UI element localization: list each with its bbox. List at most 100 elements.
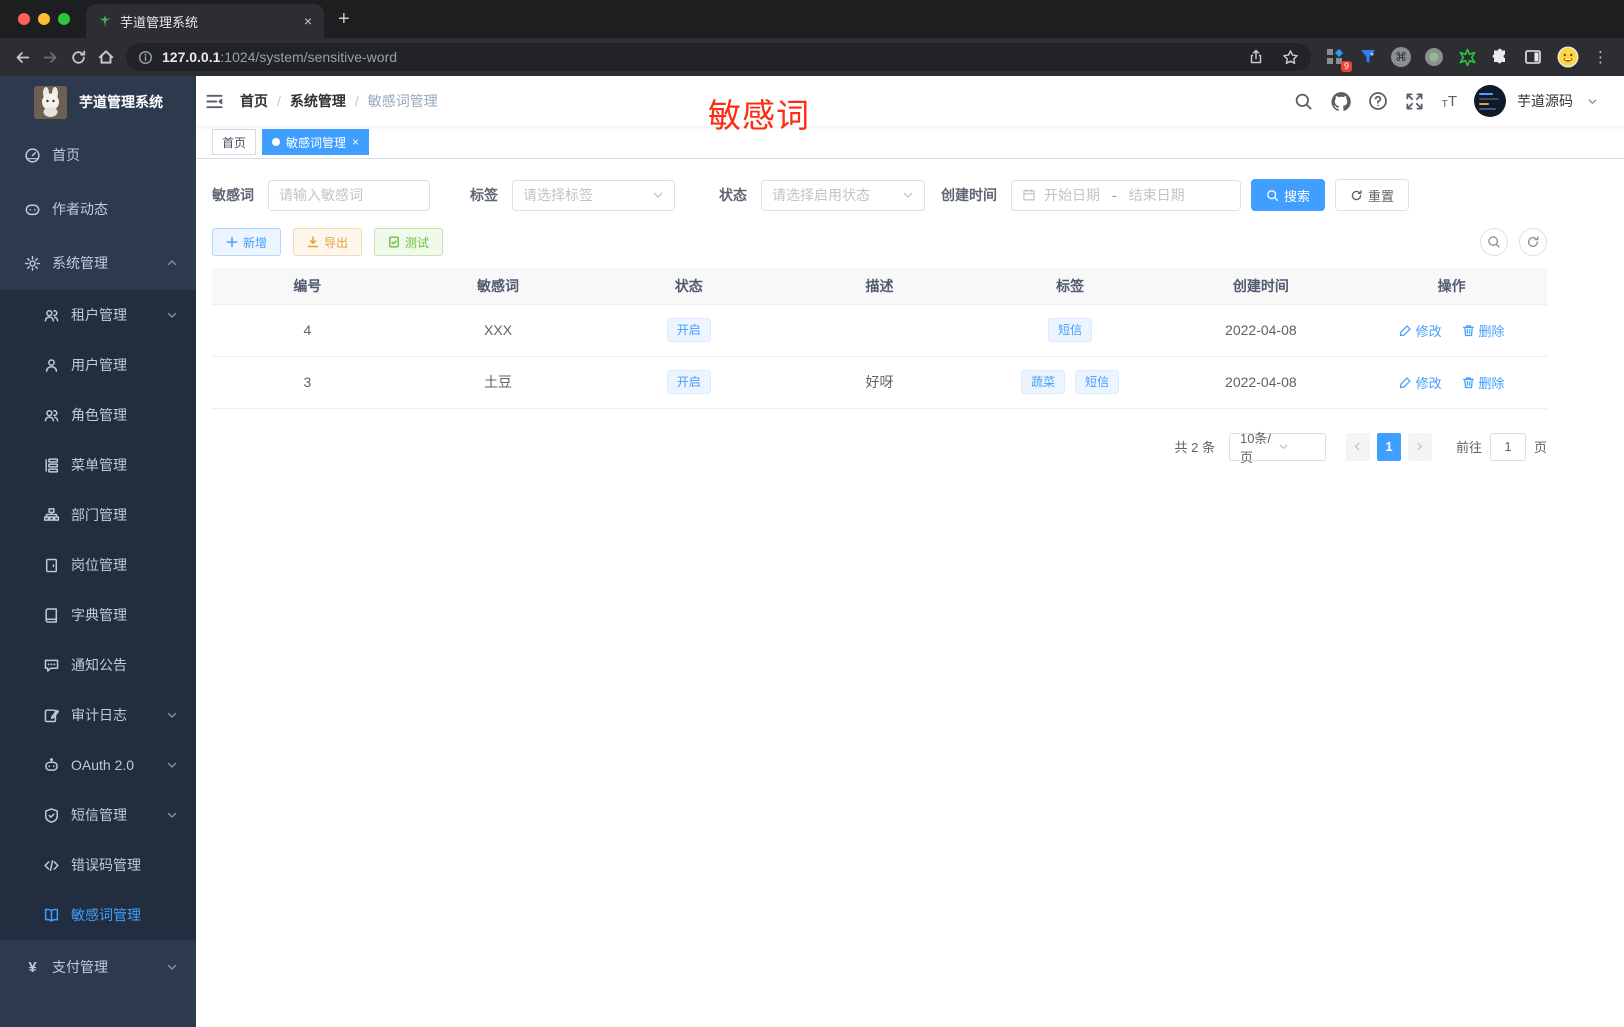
extension-grid-icon[interactable]: 9: [1325, 47, 1352, 72]
refresh-circle-button[interactable]: [1519, 228, 1547, 256]
table-toolbar: 新增 导出 测试: [212, 228, 1547, 256]
sidebar-item-oauth[interactable]: OAuth 2.0: [0, 740, 196, 790]
tag-sensitive-word[interactable]: 敏感词管理 ×: [262, 129, 370, 155]
sidebar-item-sensitive-word[interactable]: 敏感词管理: [0, 890, 196, 940]
sidebar-item-home[interactable]: 首页: [0, 128, 196, 182]
sidebar-item-menu[interactable]: 菜单管理: [0, 440, 196, 490]
sidebar-item-tenant[interactable]: 租户管理: [0, 290, 196, 340]
author-chat-icon: [24, 201, 41, 218]
zoom-window-button[interactable]: [58, 13, 70, 25]
forward-button[interactable]: [36, 43, 64, 71]
username-label[interactable]: 芋道源码: [1517, 91, 1573, 111]
sidebar: 芋道管理系统 首页 作者动态 系统管理 租户管理 用户管理 角色管理 菜单管理: [0, 76, 196, 1027]
roles-users-icon: [43, 407, 60, 424]
profile-avatar-emoji[interactable]: [1556, 45, 1580, 69]
page-size-select[interactable]: 10条/页: [1228, 431, 1326, 465]
sidebar-item-payment[interactable]: ¥ 支付管理: [0, 940, 196, 994]
help-icon[interactable]: [1368, 91, 1388, 111]
tag-home[interactable]: 首页: [212, 129, 257, 155]
extensions-puzzle-icon[interactable]: [1490, 47, 1510, 67]
browser-extensions-area: 9 ⌘ ⋮: [1317, 45, 1616, 72]
reload-button[interactable]: [64, 43, 92, 71]
new-tab-button[interactable]: +: [338, 4, 350, 34]
tenants-users-icon: [43, 307, 60, 324]
chevron-down-icon: [1278, 441, 1317, 452]
col-status: 状态: [593, 268, 785, 305]
red-annotation-text: 敏感词: [708, 97, 810, 134]
sidebar-item-errcode[interactable]: 错误码管理: [0, 840, 196, 890]
status-select[interactable]: 请选择启用状态: [761, 179, 925, 211]
share-icon[interactable]: [1248, 49, 1264, 65]
test-button[interactable]: 测试: [374, 228, 444, 256]
goto-page-input[interactable]: [1489, 432, 1526, 461]
minimize-window-button[interactable]: [38, 13, 50, 25]
edit-link[interactable]: 修改: [1399, 373, 1442, 392]
sidebar-item-dept[interactable]: 部门管理: [0, 490, 196, 540]
tag-select[interactable]: 请选择标签: [512, 179, 675, 211]
address-bar[interactable]: 127.0.0.1:1024/system/sensitive-word: [126, 43, 1311, 71]
side-panel-icon[interactable]: [1523, 47, 1543, 67]
keyword-input[interactable]: [279, 187, 419, 203]
show-search-circle-button[interactable]: [1480, 228, 1508, 256]
chevron-down-icon: [166, 709, 178, 721]
tab-close-icon[interactable]: ×: [304, 13, 312, 29]
pagination: 共 2 条 10条/页 1 前往 页: [212, 431, 1548, 465]
search-button[interactable]: 搜索: [1251, 179, 1326, 211]
date-range-picker[interactable]: 开始日期 - 结束日期: [1011, 179, 1241, 211]
browser-menu-icon[interactable]: ⋮: [1593, 48, 1608, 66]
user-caret-down-icon[interactable]: [1582, 91, 1602, 111]
user-avatar[interactable]: [1474, 85, 1506, 117]
sidebar-item-user[interactable]: 用户管理: [0, 340, 196, 390]
command-extension-icon[interactable]: ⌘: [1391, 47, 1411, 67]
sidebar-item-label: 作者动态: [52, 201, 108, 217]
breadcrumb-system[interactable]: 系统管理: [290, 91, 346, 111]
date-filter-label: 创建时间: [941, 187, 997, 203]
browser-tab-title: 芋道管理系统: [120, 14, 199, 30]
browser-tab[interactable]: 芋道管理系统 ×: [86, 4, 324, 38]
filter-funnel-extension-icon[interactable]: [1358, 47, 1378, 67]
github-icon[interactable]: [1331, 91, 1351, 111]
reset-button[interactable]: 重置: [1335, 179, 1410, 211]
sidebar-item-dict[interactable]: 字典管理: [0, 590, 196, 640]
active-dot: [272, 138, 281, 146]
status-badge: 开启: [666, 318, 711, 342]
tag-close-icon[interactable]: ×: [352, 135, 359, 149]
fullscreen-icon[interactable]: [1405, 91, 1425, 111]
site-info-icon[interactable]: [138, 50, 153, 65]
edit-link[interactable]: 修改: [1399, 321, 1442, 340]
close-window-button[interactable]: [18, 13, 30, 25]
keyword-label: 敏感词: [212, 187, 254, 203]
keyword-input-wrap: [268, 179, 430, 211]
chevron-down-icon: [652, 189, 664, 201]
search-icon[interactable]: [1294, 91, 1314, 111]
sidebar-collapse-icon[interactable]: [196, 76, 232, 126]
sidebar-item-label: 短信管理: [71, 807, 127, 823]
sidebar-item-post[interactable]: 岗位管理: [0, 540, 196, 590]
breadcrumb-home[interactable]: 首页: [240, 91, 268, 111]
sidebar-item-audit-log[interactable]: 审计日志: [0, 690, 196, 740]
next-page-button[interactable]: [1407, 432, 1432, 461]
export-button[interactable]: 导出: [293, 228, 363, 256]
sidebar-item-role[interactable]: 角色管理: [0, 390, 196, 440]
delete-link[interactable]: 删除: [1462, 321, 1505, 340]
home-button[interactable]: [92, 43, 120, 71]
macos-window-controls[interactable]: [0, 0, 86, 38]
green-star-extension-icon[interactable]: [1457, 47, 1477, 67]
badge-door-icon: [43, 557, 60, 574]
add-button[interactable]: 新增: [212, 228, 282, 256]
prev-page-button[interactable]: [1345, 432, 1370, 461]
sidebar-item-label: 岗位管理: [71, 557, 127, 573]
recorder-extension-icon[interactable]: [1424, 47, 1444, 67]
sidebar-item-system[interactable]: 系统管理: [0, 236, 196, 290]
app-logo-row[interactable]: 芋道管理系统: [0, 76, 196, 128]
app-logo-image: [34, 85, 67, 119]
bookmark-star-icon[interactable]: [1282, 49, 1299, 66]
font-size-icon[interactable]: TT: [1442, 93, 1457, 110]
sidebar-item-author[interactable]: 作者动态: [0, 182, 196, 236]
sidebar-item-sms[interactable]: 短信管理: [0, 790, 196, 840]
breadcrumb-current: 敏感词管理: [367, 93, 438, 109]
delete-link[interactable]: 删除: [1462, 373, 1505, 392]
back-button[interactable]: [8, 43, 36, 71]
current-page-button[interactable]: 1: [1376, 432, 1401, 461]
sidebar-item-notice[interactable]: 通知公告: [0, 640, 196, 690]
